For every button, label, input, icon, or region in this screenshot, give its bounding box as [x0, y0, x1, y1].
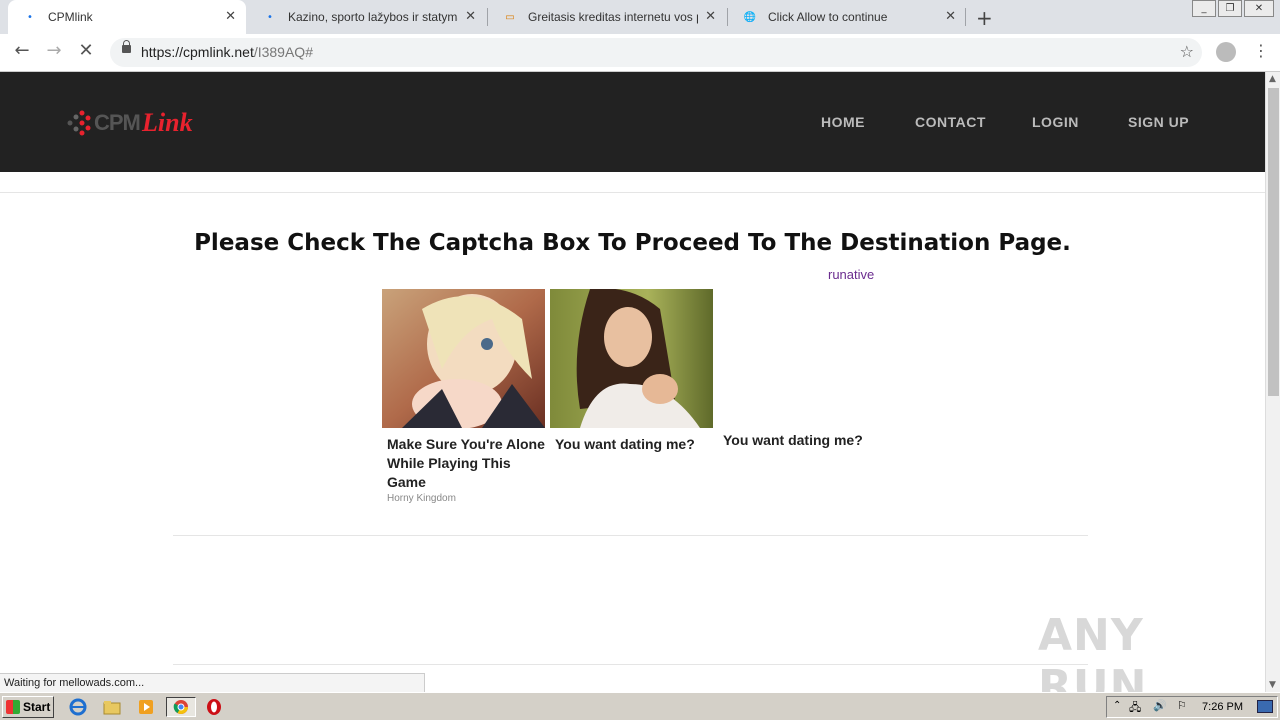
tab-kazino[interactable]: • Kazino, sporto lažybos ir statymai int…	[248, 0, 486, 34]
start-button[interactable]: Start	[2, 696, 54, 718]
bookmark-star-icon[interactable]: ☆	[1180, 42, 1194, 61]
divider	[173, 664, 1088, 665]
window-controls: _ ❐ ✕	[1190, 0, 1274, 17]
tab-strip: • CPMlink ✕ • Kazino, sporto lažybos ir …	[0, 0, 1280, 34]
watermark-logo: ANY RUN	[1038, 610, 1148, 692]
tab-separator	[965, 8, 966, 26]
tab-close-icon[interactable]: ✕	[225, 9, 236, 24]
ad-title[interactable]: You want dating me?	[550, 435, 714, 454]
close-window-button[interactable]: ✕	[1244, 0, 1274, 17]
tab-close-icon[interactable]: ✕	[465, 9, 476, 24]
divider	[173, 535, 1088, 536]
windows-logo-icon	[6, 700, 20, 714]
ad-image-anime[interactable]	[382, 289, 545, 429]
chrome-icon[interactable]	[166, 697, 196, 717]
tab-title: Greitasis kreditas internetu vos per 1	[528, 10, 698, 24]
nav-login[interactable]: LOGIN	[1032, 114, 1079, 130]
profile-avatar[interactable]	[1216, 42, 1236, 62]
url-path: /I389AQ#	[253, 44, 313, 60]
nav-contact[interactable]: CONTACT	[915, 114, 986, 130]
tab-click-allow[interactable]: 🌐 Click Allow to continue ✕	[728, 0, 966, 34]
globe-icon: 🌐	[743, 11, 757, 23]
tab-favicon-icon: •	[27, 11, 33, 23]
media-player-icon[interactable]	[134, 697, 158, 717]
page-scrollbar[interactable]: ▲ ▼	[1265, 72, 1280, 692]
ad-source: Horny Kingdom	[387, 493, 456, 504]
start-label: Start	[23, 700, 51, 714]
tab-kreditas[interactable]: ▭ Greitasis kreditas internetu vos per 1…	[488, 0, 726, 34]
forward-button[interactable]: →	[42, 40, 66, 61]
minimize-button[interactable]: _	[1192, 0, 1216, 17]
folder-icon[interactable]	[100, 697, 124, 717]
site-header: CPM Link HOME CONTACT LOGIN SIGN UP	[0, 72, 1265, 172]
new-tab-button[interactable]: +	[976, 6, 993, 30]
page-viewport: CPM Link HOME CONTACT LOGIN SIGN UP Plea…	[0, 72, 1265, 692]
tab-close-icon[interactable]: ✕	[705, 9, 716, 24]
ad-card[interactable]: Make Sure You're Alone While Playing Thi…	[382, 289, 546, 504]
divider	[0, 192, 1265, 193]
scroll-up-icon[interactable]: ▲	[1269, 74, 1276, 84]
stop-button[interactable]: ✕	[74, 40, 98, 61]
scrollbar-thumb[interactable]	[1268, 88, 1279, 396]
page-title: Please Check The Captcha Box To Proceed …	[194, 230, 1071, 256]
logo-text-cpm: CPM	[94, 110, 141, 135]
logo-arrows-icon	[67, 110, 91, 136]
logo-text-link: Link	[142, 108, 193, 137]
address-bar[interactable]: https://cpmlink.net/I389AQ# ☆	[110, 38, 1202, 67]
ad-title[interactable]: Make Sure You're Alone While Playing Thi…	[382, 435, 546, 492]
lock-icon	[122, 40, 131, 53]
browser-menu-icon[interactable]: ⋮	[1253, 41, 1269, 60]
site-logo[interactable]: CPM Link	[66, 104, 201, 142]
restore-button[interactable]: ❐	[1218, 0, 1242, 17]
tab-title: Click Allow to continue	[768, 10, 888, 24]
browser-toolbar: ← → ✕ https://cpmlink.net/I389AQ# ☆ ⋮	[0, 34, 1280, 72]
ad-image-photo[interactable]	[550, 288, 713, 428]
show-desktop-icon[interactable]	[1257, 700, 1273, 713]
tray-expand-icon[interactable]: ⌃	[1113, 700, 1121, 711]
tab-favicon-icon: •	[267, 11, 273, 23]
tab-title: Kazino, sporto lažybos ir statymai int	[288, 10, 458, 24]
flag-icon[interactable]: ⚐	[1177, 699, 1187, 712]
status-bar: Waiting for mellowads.com...	[0, 673, 425, 692]
tab-cpmlink[interactable]: • CPMlink ✕	[8, 0, 246, 34]
tab-title: CPMlink	[48, 10, 93, 24]
tab-close-icon[interactable]: ✕	[945, 9, 956, 24]
url-text: https://cpmlink.net/I389AQ#	[141, 44, 313, 60]
ad-card[interactable]: You want dating me?	[550, 288, 714, 454]
volume-icon[interactable]: 🔊	[1153, 699, 1167, 712]
taskbar: Start ⌃ 🖧 🔊 ⚐ 7:26 PM	[0, 692, 1280, 720]
system-tray: ⌃ 🖧 🔊 ⚐ 7:26 PM	[1106, 696, 1278, 718]
nav-sign-up[interactable]: SIGN UP	[1128, 114, 1189, 130]
ad-image-placeholder[interactable]	[718, 289, 881, 428]
network-icon[interactable]: 🖧	[1129, 699, 1141, 718]
opera-icon[interactable]	[202, 697, 226, 717]
ad-network-label[interactable]: runative	[828, 267, 874, 282]
ad-card[interactable]: You want dating me?	[718, 289, 882, 450]
nav-home[interactable]: HOME	[821, 114, 865, 130]
ie-icon[interactable]	[66, 697, 90, 717]
url-host: https://cpmlink.net	[141, 44, 254, 60]
back-button[interactable]: ←	[10, 40, 34, 61]
ad-title[interactable]: You want dating me?	[718, 431, 882, 450]
clock[interactable]: 7:26 PM	[1202, 701, 1243, 713]
scroll-down-icon[interactable]: ▼	[1269, 680, 1276, 690]
tab-favicon-icon: ▭	[505, 11, 515, 23]
